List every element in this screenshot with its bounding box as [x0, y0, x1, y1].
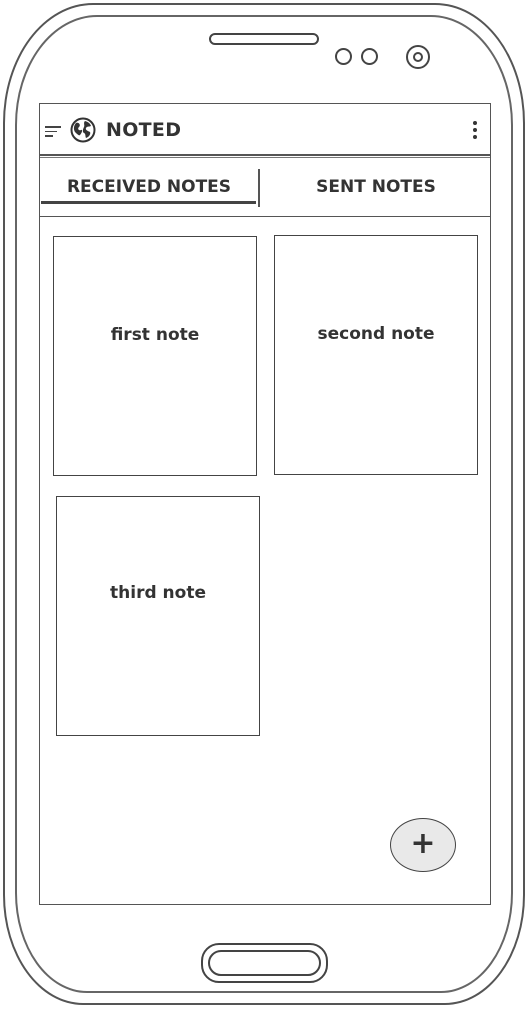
- note-title: second note: [317, 324, 435, 344]
- proximity-sensor: [335, 48, 352, 65]
- app-title: NOTED: [106, 119, 182, 141]
- tab-received-notes[interactable]: RECEIVED NOTES: [40, 158, 258, 216]
- tab-sent-notes[interactable]: SENT NOTES: [260, 158, 492, 216]
- note-card[interactable]: first note: [53, 236, 257, 476]
- earpiece-speaker: [209, 33, 319, 45]
- front-camera-icon: [406, 45, 430, 69]
- note-card[interactable]: second note: [274, 235, 478, 475]
- active-tab-indicator: [41, 201, 256, 204]
- add-note-button[interactable]: +: [390, 818, 456, 872]
- menu-icon[interactable]: [45, 126, 61, 138]
- tab-sent-label: SENT NOTES: [316, 177, 436, 197]
- light-sensor: [361, 48, 378, 65]
- note-title: first note: [110, 325, 200, 345]
- home-button[interactable]: [201, 943, 328, 983]
- more-vertical-icon[interactable]: [472, 121, 478, 141]
- note-title: third note: [110, 583, 206, 603]
- plus-icon: +: [410, 826, 436, 861]
- globe-icon: [70, 117, 96, 143]
- note-card[interactable]: third note: [56, 496, 260, 736]
- app-bar: NOTED: [40, 104, 490, 156]
- app-screen: NOTED RECEIVED NOTES SENT NOTES first no…: [39, 103, 491, 905]
- tab-bar: RECEIVED NOTES SENT NOTES: [40, 157, 490, 217]
- tab-received-label: RECEIVED NOTES: [66, 177, 232, 197]
